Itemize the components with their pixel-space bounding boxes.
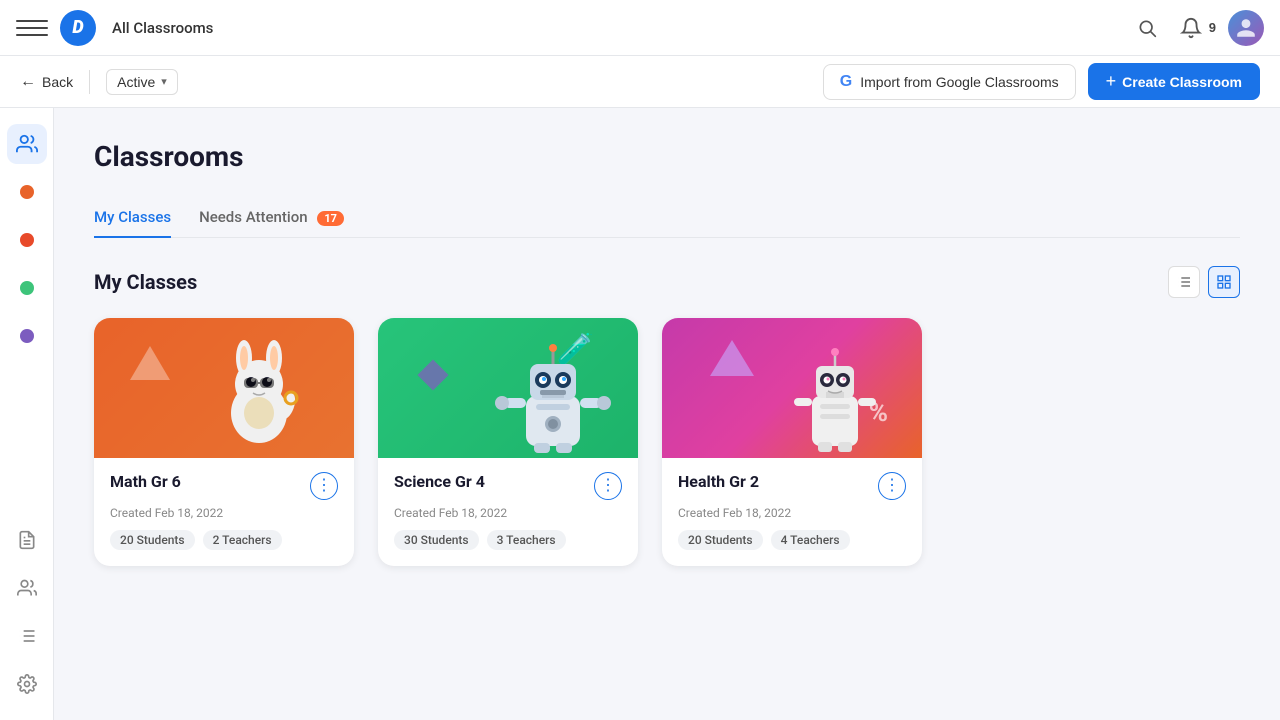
card-title-row-health: Health Gr 2 ⋮ <box>678 472 906 500</box>
section-header: My Classes <box>94 266 1240 298</box>
card-tags-math: 20 Students 2 Teachers <box>110 530 338 550</box>
classroom-card-science: 🧪 <box>378 318 638 566</box>
sidebar-dot-green[interactable] <box>7 268 47 308</box>
import-label: Import from Google Classrooms <box>860 74 1058 90</box>
main-content: Classrooms My Classes Needs Attention 17… <box>54 108 1280 720</box>
card-date-science: Created Feb 18, 2022 <box>394 506 622 520</box>
card-title-health: Health Gr 2 <box>678 472 759 491</box>
sidebar-dot-orange1[interactable] <box>7 172 47 212</box>
import-google-button[interactable]: G Import from Google Classrooms <box>823 64 1076 100</box>
card-title-math: Math Gr 6 <box>110 472 181 491</box>
back-arrow-icon: ← <box>20 73 36 91</box>
tab-needs-attention[interactable]: Needs Attention 17 <box>199 198 344 238</box>
students-tag-math: 20 Students <box>110 530 195 550</box>
sidebar-item-list[interactable] <box>7 616 47 656</box>
caret-down-icon: ▾ <box>161 75 167 88</box>
notification-icon <box>1177 14 1205 42</box>
needs-attention-badge: 17 <box>317 211 344 226</box>
notif-count: 9 <box>1209 20 1216 35</box>
grid-view-button[interactable] <box>1208 266 1240 298</box>
sidebar-item-settings[interactable] <box>7 664 47 704</box>
card-image-math <box>94 318 354 458</box>
card-date-math: Created Feb 18, 2022 <box>110 506 338 520</box>
top-nav: D All Classrooms 9 <box>0 0 1280 56</box>
hamburger-menu[interactable] <box>16 12 48 44</box>
teachers-tag-health: 4 Teachers <box>771 530 850 550</box>
sidebar-dot-purple[interactable] <box>7 316 47 356</box>
card-title-science: Science Gr 4 <box>394 472 485 491</box>
tab-my-classes[interactable]: My Classes <box>94 198 171 238</box>
math-illustration <box>94 318 354 458</box>
sub-nav: ← Back Active ▾ G Import from Google Cla… <box>0 56 1280 108</box>
students-tag-science: 30 Students <box>394 530 479 550</box>
notifications-button[interactable]: 9 <box>1177 14 1216 42</box>
create-label: Create Classroom <box>1122 74 1242 90</box>
science-illustration: 🧪 <box>378 318 638 458</box>
triangle-health <box>710 340 754 376</box>
card-menu-health[interactable]: ⋮ <box>878 472 906 500</box>
search-icon[interactable] <box>1129 10 1165 46</box>
card-image-science: 🧪 <box>378 318 638 458</box>
app-logo: D <box>60 10 96 46</box>
page-title: Classrooms <box>94 140 1240 173</box>
triangle-shape <box>130 346 170 380</box>
create-classroom-button[interactable]: + Create Classroom <box>1088 63 1260 100</box>
card-body-health: Health Gr 2 ⋮ Created Feb 18, 2022 20 St… <box>662 458 922 566</box>
classroom-card-health: % <box>662 318 922 566</box>
students-tag-health: 20 Students <box>678 530 763 550</box>
card-title-row-science: Science Gr 4 ⋮ <box>394 472 622 500</box>
robot-health <box>770 328 900 458</box>
card-menu-science[interactable]: ⋮ <box>594 472 622 500</box>
card-tags-science: 30 Students 3 Teachers <box>394 530 622 550</box>
teachers-tag-science: 3 Teachers <box>487 530 566 550</box>
card-menu-math[interactable]: ⋮ <box>310 472 338 500</box>
google-icon: G <box>840 73 852 91</box>
nav-divider <box>89 70 90 94</box>
sidebar-item-docs[interactable] <box>7 520 47 560</box>
active-filter-button[interactable]: Active ▾ <box>106 69 178 95</box>
tabs-container: My Classes Needs Attention 17 <box>94 197 1240 238</box>
robot-science <box>488 328 618 458</box>
sidebar-item-users[interactable] <box>7 568 47 608</box>
user-avatar[interactable] <box>1228 10 1264 46</box>
plus-icon: + <box>1106 71 1117 92</box>
sidebar <box>0 108 54 720</box>
back-label: Back <box>42 74 73 90</box>
diamond-shape <box>417 359 448 390</box>
card-date-health: Created Feb 18, 2022 <box>678 506 906 520</box>
sidebar-item-people[interactable] <box>7 124 47 164</box>
card-body-math: Math Gr 6 ⋮ Created Feb 18, 2022 20 Stud… <box>94 458 354 566</box>
card-title-row-math: Math Gr 6 ⋮ <box>110 472 338 500</box>
cards-grid: Math Gr 6 ⋮ Created Feb 18, 2022 20 Stud… <box>94 318 1240 566</box>
list-view-button[interactable] <box>1168 266 1200 298</box>
my-classes-title: My Classes <box>94 270 197 294</box>
sidebar-dot-orange2[interactable] <box>7 220 47 260</box>
back-button[interactable]: ← Back <box>20 73 73 91</box>
nav-title: All Classrooms <box>112 19 213 37</box>
card-image-health: % <box>662 318 922 458</box>
teachers-tag-math: 2 Teachers <box>203 530 282 550</box>
classroom-card-math: Math Gr 6 ⋮ Created Feb 18, 2022 20 Stud… <box>94 318 354 566</box>
view-controls <box>1168 266 1240 298</box>
card-tags-health: 20 Students 4 Teachers <box>678 530 906 550</box>
health-illustration: % <box>662 318 922 458</box>
active-label: Active <box>117 74 155 90</box>
card-body-science: Science Gr 4 ⋮ Created Feb 18, 2022 30 S… <box>378 458 638 566</box>
robot-bunny <box>194 328 324 458</box>
